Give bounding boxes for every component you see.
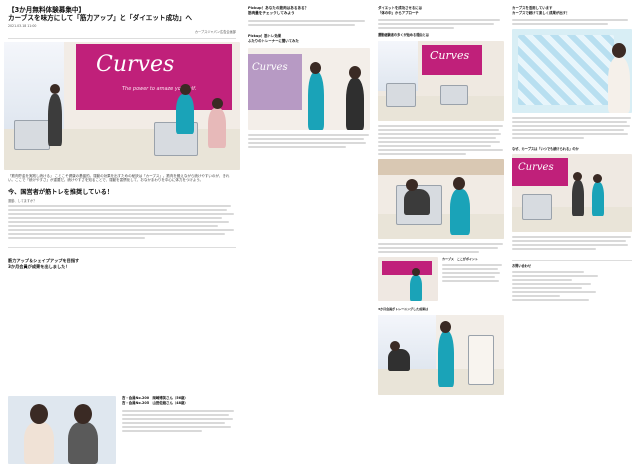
main-article-column: 【3か月無料体験募集中】 カーブスを味方にして「筋力アップ」と「ダイエット成功」… [4, 4, 240, 464]
article-tag-line: 【3か月無料体験募集中】 [8, 6, 86, 14]
body-text-block [8, 205, 236, 240]
member-comment [122, 410, 236, 432]
column-3-photo-2 [378, 159, 504, 240]
column-3: ダイエットを成功させるには 「体の中」からアプローチ 運動経験者の多くが始める理… [378, 4, 504, 464]
column-4-info-label: お問い合わせ [512, 264, 532, 269]
column-2-caption [248, 133, 370, 148]
hero-photo: Curves The power to amaze yourself. [4, 41, 240, 170]
column-2-subhead-2: ふたりのトレーナーに聞いてみた [248, 38, 299, 43]
divider [8, 247, 236, 249]
column-2-text [248, 20, 370, 26]
column-4-info [512, 270, 632, 301]
column-2: Pickup！あなたの筋肉はあるある？ 筋肉量をチェックしてみよう Pickup… [248, 4, 370, 464]
column-4: カーブスを活用しています カーブスで続けて楽しく成果が出す！ なぜ、カーブスは「… [512, 4, 632, 464]
member-2-name: 吉・会員No.205 山田佐緒さん（48歳） [122, 401, 188, 405]
column-4-paragraph-2 [512, 236, 632, 251]
section-heading: 今、国営者が筋トレを推奨している！ [8, 189, 114, 196]
column-4-photo-2: Curves [512, 154, 632, 233]
column-2-banner-logo: Curves [252, 61, 288, 73]
column-4-title-2: カーブスで続けて楽しく成果が出す！ [512, 10, 570, 15]
article-title: カーブスを味方にして「筋力アップ」と「ダイエット成功」へ [8, 14, 192, 22]
hero-banner-logo: Curves [96, 51, 175, 77]
column-2-photo: Curves [248, 47, 370, 130]
article-credit: カーブスジャパン広告企画部 [194, 30, 236, 35]
column-3-photo-4 [378, 314, 504, 395]
intro-caption: 「筋肉貯金を実践し続ける」 ことこそ健康の基盤的。運動の効果を出すための秘訣は「… [8, 173, 230, 183]
column-3-footer-label: 3か月会員がトレーニングした成果は [378, 307, 429, 312]
divider [8, 37, 236, 39]
person-figure [48, 93, 62, 146]
column-4-paragraph [512, 116, 632, 139]
column-3-title-2: 「体の中」からアプローチ [378, 10, 419, 15]
column-3-photo-3 [378, 257, 438, 302]
members-photo [8, 396, 116, 464]
column-4-banner-logo: Curves [518, 162, 554, 174]
column-3-points [442, 263, 504, 282]
body-label: 運動、してますか？ [8, 199, 37, 203]
column-3-text [378, 18, 504, 29]
member-figure [208, 107, 226, 148]
highlight-heading-2: 3か月会員が成果を出しました！ [8, 263, 70, 269]
column-3-photo-1: Curves [378, 41, 504, 122]
column-4-text [512, 18, 632, 25]
column-3-paragraph [378, 125, 504, 156]
article-date: 2021.03.18 11:00 [8, 24, 37, 28]
column-4-photo-1 [512, 28, 632, 113]
column-3-subhead-2: カーブス ここがポイント [442, 257, 478, 262]
column-3-subhead: 運動経験者の多くが始める理由とは [378, 32, 429, 37]
column-4-subhead: なぜ、カーブスは「いつでも続けられる」のか [512, 146, 579, 151]
trainer-figure [176, 93, 194, 134]
column-3-banner-logo: Curves [430, 49, 470, 63]
column-3-paragraph-2 [378, 243, 504, 254]
divider [512, 260, 632, 262]
column-2-title-2: 筋肉量をチェックしてみよう [248, 11, 295, 15]
